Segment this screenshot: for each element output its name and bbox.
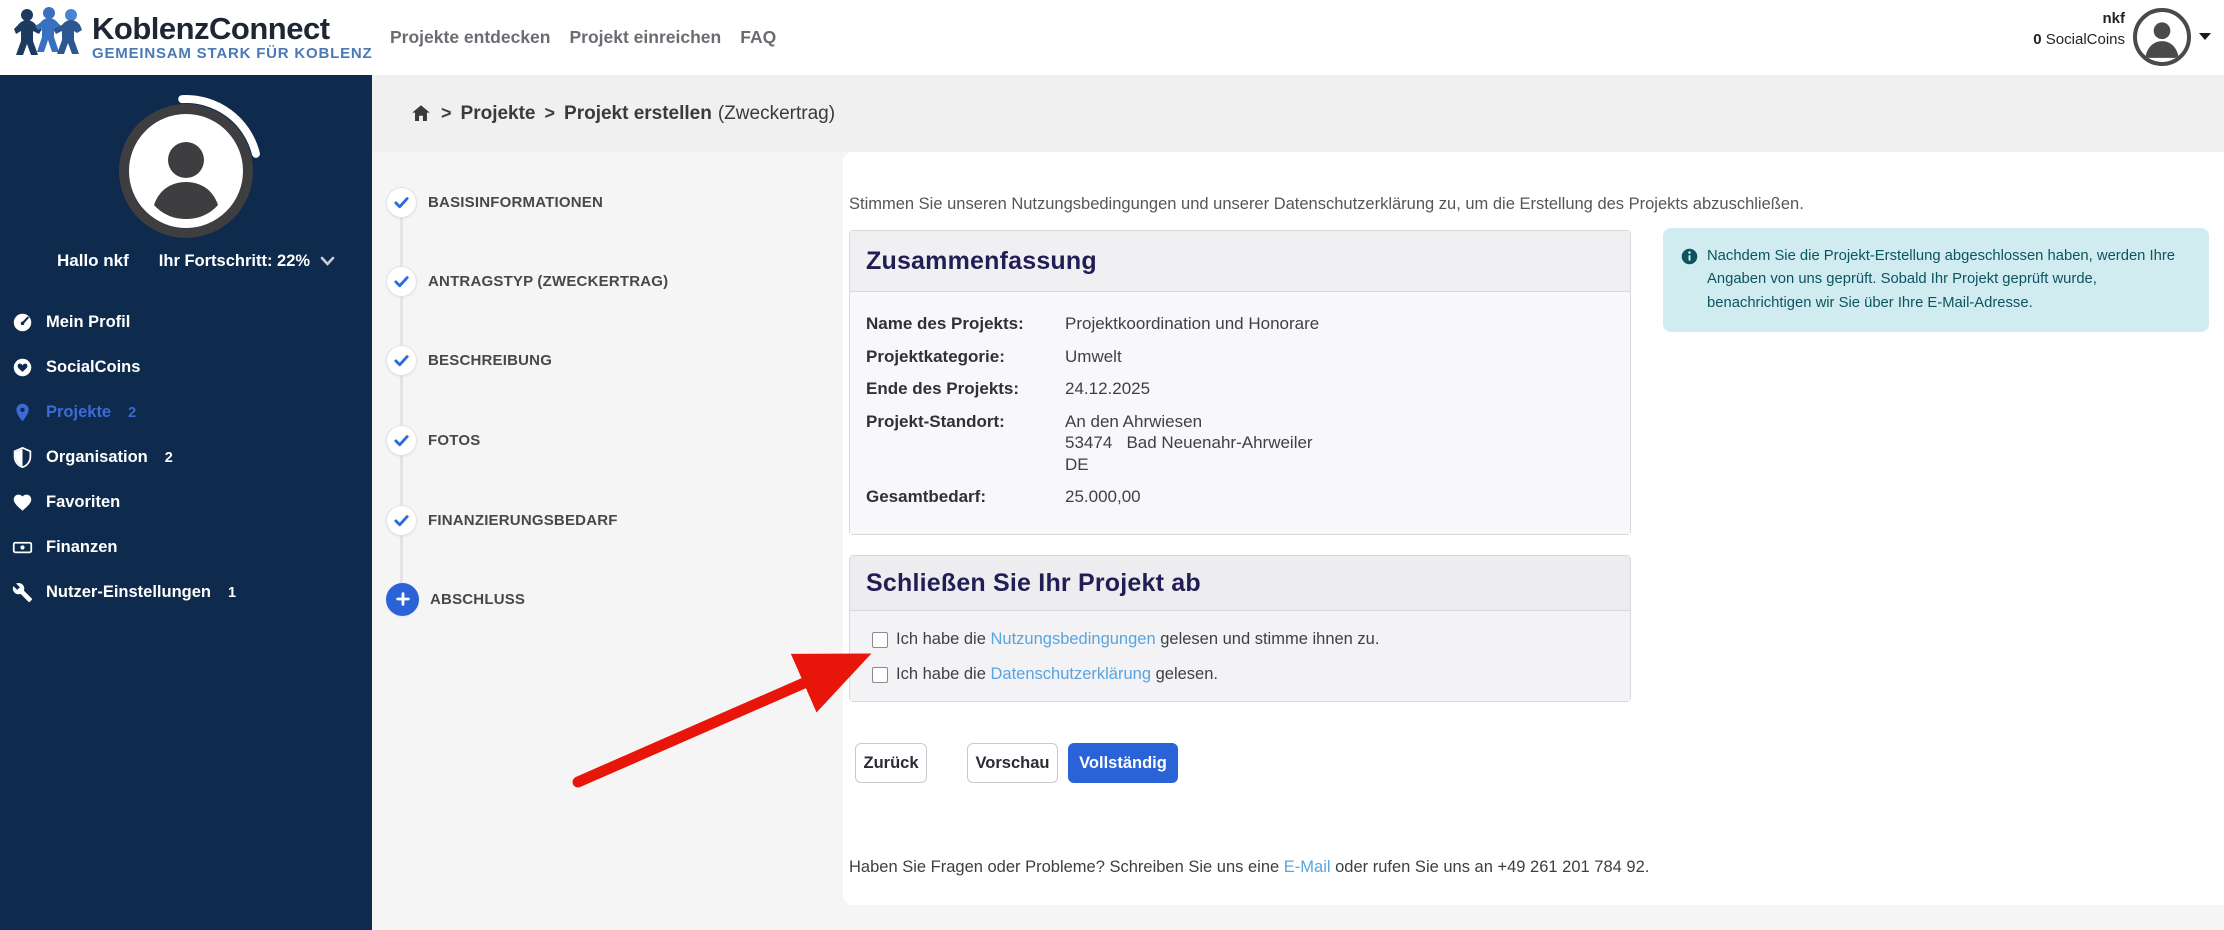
sidebar-menu: Mein Profil SocialCoins Projekte 2 Organ… xyxy=(0,300,372,615)
step-check-icon xyxy=(386,424,417,456)
summary-title: Zusammenfassung xyxy=(866,246,1097,275)
progress-toggle[interactable]: Ihr Fortschritt: 22% xyxy=(159,252,335,271)
summary-row-standort: Projekt-Standort: An den Ahrwiesen 53474… xyxy=(866,411,1313,474)
datenschutzerklaerung-link[interactable]: Datenschutzerklärung xyxy=(991,665,1152,683)
nav-projekt-einreichen[interactable]: Projekt einreichen xyxy=(569,27,721,48)
home-icon[interactable] xyxy=(410,103,432,124)
help-text: Haben Sie Fragen oder Probleme? Schreibe… xyxy=(849,858,1650,876)
heart-circle-icon xyxy=(12,357,33,378)
app-logo[interactable]: KoblenzConnect GEMEINSAM STARK FÜR KOBLE… xyxy=(14,5,372,69)
main-content: BASISINFORMATIONEN ANTRAGSTYP (ZWECKERTR… xyxy=(372,152,2224,930)
money-icon xyxy=(12,537,33,558)
complete-button[interactable]: Vollständig xyxy=(1068,743,1178,783)
info-box: Nachdem Sie die Projekt-Erstellung abges… xyxy=(1663,228,2209,333)
sidebar-item-organisation[interactable]: Organisation 2 xyxy=(0,435,372,480)
step-plus-icon xyxy=(386,582,419,616)
step-beschreibung[interactable]: BESCHREIBUNG xyxy=(386,344,552,376)
nutzungsbedingungen-link[interactable]: Nutzungsbedingungen xyxy=(991,630,1156,648)
stepper-connector xyxy=(400,202,403,600)
finish-title: Schließen Sie Ihr Projekt ab xyxy=(866,568,1201,597)
sidebar-item-socialcoins[interactable]: SocialCoins xyxy=(0,345,372,390)
sidebar-item-finanzen[interactable]: Finanzen xyxy=(0,525,372,570)
app-header: KoblenzConnect GEMEINSAM STARK FÜR KOBLE… xyxy=(0,0,2224,75)
user-info: nkf 0 SocialCoins xyxy=(2033,9,2125,51)
sidebar-item-favoriten[interactable]: Favoriten xyxy=(0,480,372,525)
summary-row-kategorie: Projektkategorie: Umwelt xyxy=(866,346,1122,366)
breadcrumb: > Projekte > Projekt erstellen (Zweckert… xyxy=(372,75,2224,152)
nav-projekte-entdecken[interactable]: Projekte entdecken xyxy=(390,27,550,48)
step-check-icon xyxy=(386,504,417,536)
preview-button[interactable]: Vorschau xyxy=(967,743,1058,783)
nav-faq[interactable]: FAQ xyxy=(740,27,776,48)
privacy-checkbox[interactable] xyxy=(872,666,888,683)
step-fotos[interactable]: FOTOS xyxy=(386,424,480,456)
terms-checkbox-row: Ich habe die Nutzungsbedingungen gelesen… xyxy=(872,630,1614,649)
top-navigation: Projekte entdecken Projekt einreichen FA… xyxy=(390,0,776,75)
person-icon xyxy=(2145,22,2179,58)
email-link[interactable]: E-Mail xyxy=(1284,858,1331,876)
info-text: Nachdem Sie die Projekt-Erstellung abges… xyxy=(1707,248,2176,311)
summary-card: Zusammenfassung Name des Projekts: Proje… xyxy=(849,230,1631,535)
sidebar-item-mein-profil[interactable]: Mein Profil xyxy=(0,300,372,345)
sidebar-item-nutzer-einstellungen[interactable]: Nutzer-Einstellungen 1 xyxy=(0,570,372,615)
heart-icon xyxy=(12,492,33,513)
chevron-down-icon xyxy=(320,256,335,266)
back-button[interactable]: Zurück xyxy=(855,743,927,783)
profile-progress-ring xyxy=(110,95,262,247)
breadcrumb-suffix: (Zweckertrag) xyxy=(717,102,836,124)
breadcrumb-projekte[interactable]: Projekte xyxy=(461,103,536,125)
finish-card: Schließen Sie Ihr Projekt ab Ich habe di… xyxy=(849,555,1631,702)
summary-row-name: Name des Projekts: Projektkoordination u… xyxy=(866,314,1320,333)
step-finanzierungsbedarf[interactable]: FINANZIERUNGSBEDARF xyxy=(386,504,618,536)
step-check-icon xyxy=(386,265,417,297)
wrench-icon xyxy=(12,582,33,603)
step-abschluss[interactable]: ABSCHLUSS xyxy=(386,582,525,616)
breadcrumb-current: Projekt erstellen xyxy=(564,102,712,124)
summary-row-ende: Ende des Projekts: 24.12.2025 xyxy=(866,379,1151,398)
step-antragstyp[interactable]: ANTRAGSTYP (ZWECKERTRAG) xyxy=(386,265,668,297)
terms-checkbox[interactable] xyxy=(872,631,888,648)
people-logo-icon xyxy=(14,7,82,55)
sidebar-greeting: Hallo nkf xyxy=(57,251,129,270)
logo-title: KoblenzConnect xyxy=(92,11,330,46)
tachometer-icon xyxy=(12,312,33,333)
intro-text: Stimmen Sie unseren Nutzungsbedingungen … xyxy=(849,195,1804,213)
shield-icon xyxy=(12,447,33,468)
user-menu-caret-icon[interactable] xyxy=(2199,33,2211,40)
info-icon xyxy=(1681,248,1698,315)
step-check-icon xyxy=(386,344,417,376)
map-pin-icon xyxy=(12,402,33,423)
user-socialcoins: 0 SocialCoins xyxy=(2033,31,2125,48)
user-name: nkf xyxy=(2102,10,2126,27)
sidebar: Hallo nkf Ihr Fortschritt: 22% Mein Prof… xyxy=(0,75,372,930)
sidebar-item-projekte[interactable]: Projekte 2 xyxy=(0,390,372,435)
step-check-icon xyxy=(386,186,417,218)
summary-row-gesamtbedarf: Gesamtbedarf: 25.000,00 xyxy=(866,487,1141,506)
privacy-checkbox-row: Ich habe die Datenschutzerklärung gelese… xyxy=(872,665,1614,684)
step-basisinformationen[interactable]: BASISINFORMATIONEN xyxy=(386,186,603,218)
profile-avatar[interactable] xyxy=(108,93,264,249)
logo-subtitle: GEMEINSAM STARK FÜR KOBLENZ xyxy=(92,45,373,62)
user-avatar[interactable] xyxy=(2133,8,2191,66)
